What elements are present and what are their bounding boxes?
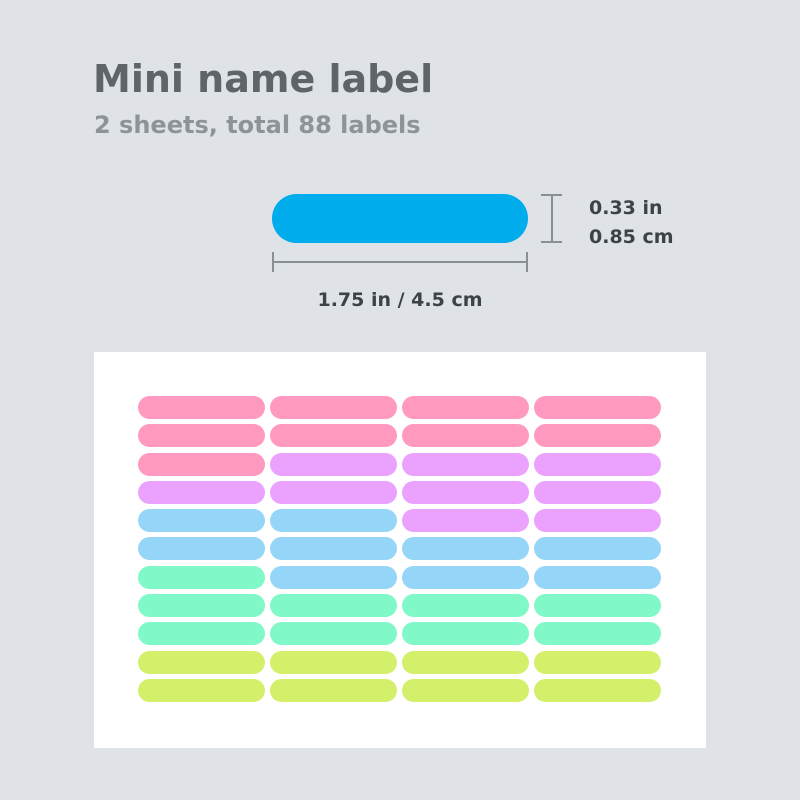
label-cell [402,396,529,419]
label-cell [402,594,529,618]
label-cell [534,452,661,476]
label-cell [402,622,529,646]
width-dimension-marker [272,252,528,272]
label-cell [270,650,397,674]
label-cell [270,396,397,419]
label-cell [534,396,661,419]
height-marker-line [551,194,553,243]
label-cell [402,480,529,504]
page-subtitle: 2 sheets, total 88 labels [94,111,421,139]
label-cell [138,650,265,674]
label-cell [138,594,265,618]
label-cell [270,424,397,448]
page-title: Mini name label [93,57,434,101]
label-cell [534,622,661,646]
height-marker-bottom-cap [541,241,562,243]
label-cell [138,424,265,448]
height-centimeters: 0.85 cm [589,226,674,248]
label-cell [270,537,397,561]
label-cell [270,594,397,618]
label-cell [402,509,529,533]
height-dimension-text: 0.33 in 0.85 cm [589,194,674,252]
label-cell [402,565,529,589]
label-cell [534,650,661,674]
label-cell [402,678,529,702]
label-sheet [94,352,706,748]
label-cell [402,537,529,561]
height-inches: 0.33 in [589,197,663,219]
label-cell [138,537,265,561]
label-cell [138,509,265,533]
height-dimension-marker [541,194,562,243]
label-cell [270,480,397,504]
label-cell [270,565,397,589]
label-cell [138,480,265,504]
label-cell [138,622,265,646]
width-dimension-text: 1.75 in / 4.5 cm [317,289,483,311]
label-cell [270,622,397,646]
label-cell [534,594,661,618]
label-cell [138,565,265,589]
label-cell [270,509,397,533]
label-cell [534,537,661,561]
label-cell [534,678,661,702]
label-cell [402,452,529,476]
width-marker-right-cap [526,252,528,272]
label-cell [138,452,265,476]
label-cell [534,509,661,533]
label-cell [402,650,529,674]
label-cell [270,678,397,702]
width-marker-line [272,261,528,263]
label-cell [534,480,661,504]
label-cell [138,396,265,419]
label-cell [402,424,529,448]
label-cell [534,424,661,448]
label-cell [534,565,661,589]
label-cell [138,678,265,702]
sample-label-shape [272,194,528,243]
label-cell [270,452,397,476]
label-grid [138,396,661,702]
